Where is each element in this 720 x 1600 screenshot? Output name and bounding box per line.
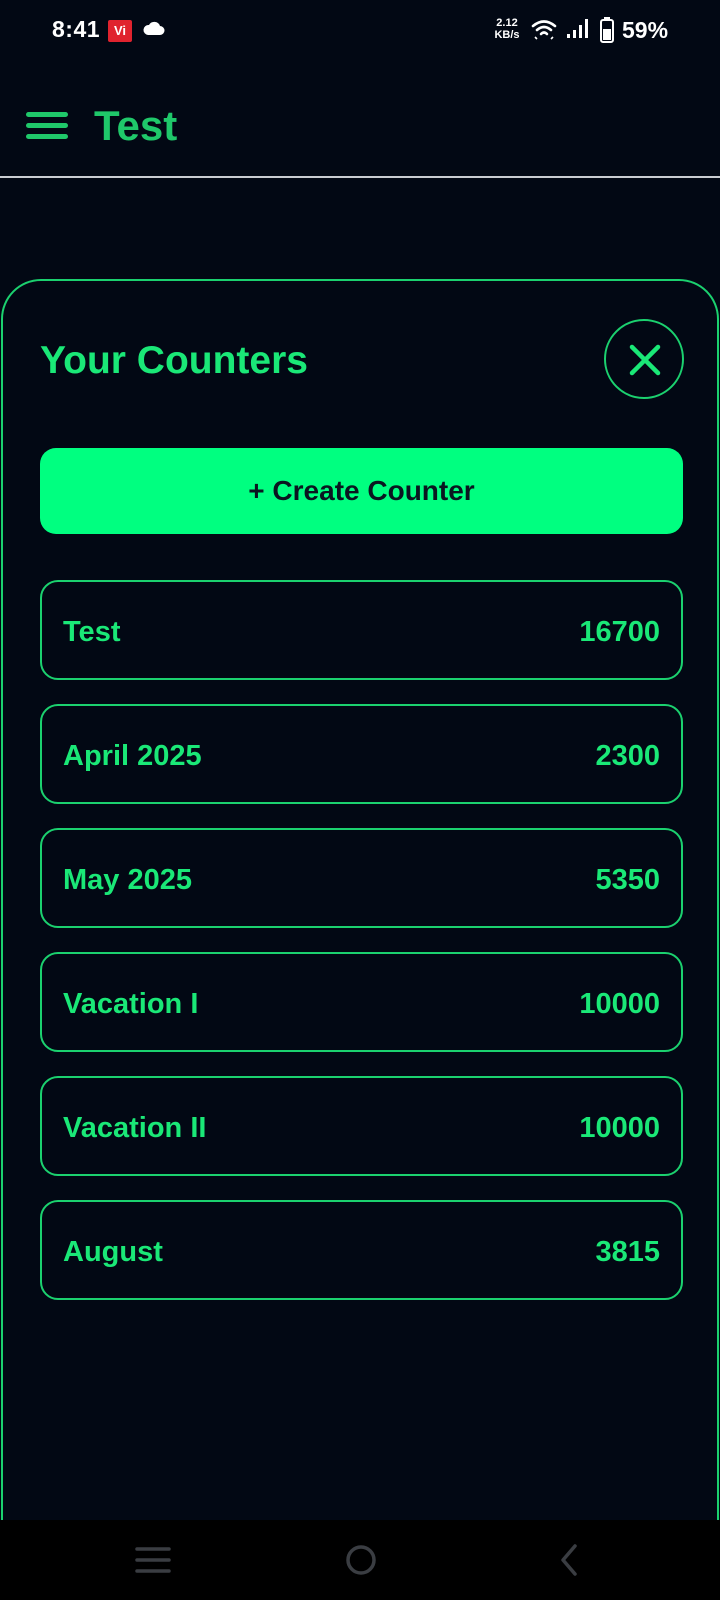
network-speed: 2.12 KB/s: [490, 17, 524, 41]
carrier-badge: Vi: [108, 20, 132, 42]
counter-value: 10000: [579, 988, 660, 1020]
counter-item[interactable]: August 3815: [40, 1200, 683, 1300]
close-icon: [629, 344, 661, 376]
app-bar: Test: [0, 64, 720, 178]
network-speed-value: 2.12: [496, 17, 518, 29]
counter-item[interactable]: April 2025 2300: [40, 704, 683, 804]
counter-name: May 2025: [63, 864, 192, 896]
back-icon[interactable]: [544, 1536, 594, 1584]
hamburger-menu-icon[interactable]: [24, 108, 70, 144]
close-button[interactable]: [604, 319, 684, 399]
counter-list: Test 16700 April 2025 2300 May 2025 5350…: [40, 580, 683, 1324]
home-icon[interactable]: [336, 1536, 386, 1584]
status-bar: 8:41 Vi 2.12 KB/s 59%: [0, 0, 720, 64]
counter-value: 3815: [595, 1236, 660, 1268]
counter-name: Vacation I: [63, 988, 199, 1020]
counter-name: August: [63, 1236, 163, 1268]
counter-value: 2300: [595, 740, 660, 772]
counter-name: Test: [63, 616, 121, 648]
create-counter-button[interactable]: + Create Counter: [40, 448, 683, 534]
system-nav-bar: [0, 1520, 720, 1600]
wifi-icon: [531, 20, 557, 40]
counter-value: 16700: [579, 616, 660, 648]
sheet-title: Your Counters: [40, 339, 308, 382]
battery-icon: [600, 17, 614, 43]
app-title: Test: [94, 102, 178, 149]
counter-name: April 2025: [63, 740, 202, 772]
signal-icon: [567, 19, 588, 38]
recents-icon[interactable]: [128, 1536, 178, 1584]
battery-percent: 59%: [622, 17, 669, 43]
network-speed-unit: KB/s: [494, 29, 520, 41]
cloud-icon: [143, 21, 165, 35]
counter-item[interactable]: Vacation II 10000: [40, 1076, 683, 1176]
counter-item[interactable]: May 2025 5350: [40, 828, 683, 928]
counter-name: Vacation II: [63, 1112, 207, 1144]
counter-value: 5350: [595, 864, 660, 896]
counter-item[interactable]: Test 16700: [40, 580, 683, 680]
counter-item[interactable]: Vacation I 10000: [40, 952, 683, 1052]
counter-value: 10000: [579, 1112, 660, 1144]
counters-sheet: Your Counters + Create Counter Test 1670…: [1, 279, 719, 1527]
status-time: 8:41: [52, 16, 101, 42]
